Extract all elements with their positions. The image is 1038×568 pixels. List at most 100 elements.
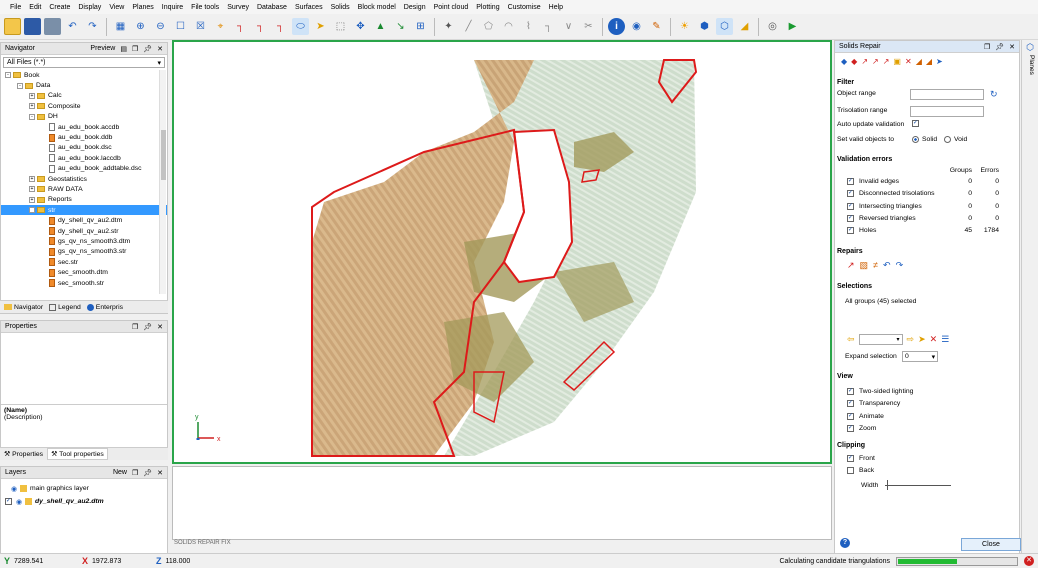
sun-lighting-icon[interactable]: ☀: [676, 18, 693, 35]
menu-create[interactable]: Create: [45, 4, 74, 11]
table-grid-icon[interactable]: ⊞: [412, 18, 429, 35]
refresh-icon[interactable]: ↻: [990, 89, 998, 100]
validation-error-row[interactable]: ✓ Reversed triangles: [847, 214, 916, 222]
menu-plotting[interactable]: Plotting: [472, 4, 503, 11]
void-radio[interactable]: Void: [944, 136, 967, 143]
tree-item[interactable]: - Data: [1, 80, 167, 90]
tree-item[interactable]: au_edu_book.laccdb: [1, 153, 167, 163]
collapse-icon[interactable]: -: [29, 207, 35, 214]
fill-tool-icon[interactable]: ◢: [926, 57, 932, 66]
solid-radio[interactable]: Solid: [912, 136, 937, 143]
redo-icon[interactable]: ↷: [84, 18, 101, 35]
menu-database[interactable]: Database: [253, 4, 291, 11]
tree-item[interactable]: + Geostatistics: [1, 174, 167, 184]
box-select-icon[interactable]: ⬚: [332, 18, 349, 35]
expand-selection-dropdown[interactable]: 0 ▾: [902, 351, 938, 362]
collapse-icon[interactable]: -: [29, 113, 35, 120]
menu-edit[interactable]: Edit: [25, 4, 45, 11]
delete-icon[interactable]: ✕: [905, 57, 912, 66]
width-slider-handle[interactable]: [887, 480, 888, 490]
tab-tool-properties[interactable]: ⚒ Tool properties: [47, 448, 108, 460]
float-icon[interactable]: ❐: [984, 43, 990, 51]
prev-arrow-icon[interactable]: ⇦: [847, 334, 855, 345]
front-clip-checkbox[interactable]: ✓: [847, 455, 854, 462]
cancel-progress-icon[interactable]: ✕: [1024, 556, 1034, 566]
expand-icon[interactable]: +: [29, 103, 35, 110]
repair-split-icon[interactable]: ≠: [873, 260, 878, 271]
close-icon[interactable]: ✕: [157, 323, 163, 331]
auto-update-checkbox[interactable]: ✓: [912, 120, 919, 127]
menu-customise[interactable]: Customise: [504, 4, 545, 11]
menu-survey[interactable]: Survey: [223, 4, 253, 11]
select-cursor-icon[interactable]: ➤: [312, 18, 329, 35]
hexagon-solid-icon[interactable]: ⬢: [696, 18, 713, 35]
pencil-icon[interactable]: ✎: [648, 18, 665, 35]
view-option-checkbox[interactable]: ✓: [847, 400, 854, 408]
undo-icon[interactable]: ↶: [883, 260, 891, 271]
stop-icon[interactable]: ◎: [764, 18, 781, 35]
error-checkbox[interactable]: ✓: [847, 190, 854, 198]
validation-error-row[interactable]: ✓ Disconnected trisolations: [847, 190, 935, 198]
error-checkbox[interactable]: ✓: [847, 214, 854, 222]
menu-solids[interactable]: Solids: [327, 4, 354, 11]
validate-icon[interactable]: ◆: [841, 57, 847, 66]
grid-view-icon[interactable]: ▦: [112, 18, 129, 35]
tree-item[interactable]: dy_shell_qv_au2.dtm: [1, 215, 167, 225]
solid-model-render[interactable]: y x: [174, 42, 830, 462]
menu-surfaces[interactable]: Surfaces: [291, 4, 327, 11]
triangle-tool-icon[interactable]: ▲: [372, 18, 389, 35]
tree-item[interactable]: au_edu_book.accdb: [1, 122, 167, 132]
tab-planes[interactable]: Planes: [1025, 55, 1035, 75]
zoom-out-icon[interactable]: ⊖: [152, 18, 169, 35]
eye-icon[interactable]: ◉: [628, 18, 645, 35]
tree-item[interactable]: gs_qv_ns_smooth3.str: [1, 247, 167, 257]
tab-properties[interactable]: ⚒ Properties: [4, 450, 43, 459]
menu-file[interactable]: File: [6, 4, 25, 11]
error-checkbox[interactable]: ✓: [847, 202, 854, 210]
contour-icon[interactable]: ⌇: [520, 18, 537, 35]
next-arrow-icon[interactable]: ⇨: [907, 334, 915, 345]
save-icon[interactable]: [24, 18, 41, 35]
collapse-icon[interactable]: -: [5, 72, 11, 79]
help-icon[interactable]: ?: [840, 538, 850, 548]
visible-eye-icon[interactable]: ◉: [16, 498, 22, 506]
plane-yz-icon[interactable]: ┐: [272, 18, 289, 35]
trisolation-range-input[interactable]: [910, 106, 984, 117]
expand-icon[interactable]: +: [29, 176, 35, 183]
planes-icon[interactable]: ⬡: [1022, 42, 1038, 53]
tree-item[interactable]: + Reports: [1, 195, 167, 205]
polyline-icon[interactable]: ╱: [460, 18, 477, 35]
report-icon[interactable]: ▣: [893, 57, 901, 66]
file-filter-dropdown[interactable]: All Files (*.*) ▾: [3, 57, 165, 68]
view-option-checkbox[interactable]: ✓: [847, 388, 854, 395]
step-icon[interactable]: ┐: [540, 18, 557, 35]
preview-label[interactable]: Preview: [90, 45, 115, 53]
tree-item[interactable]: + RAW DATA: [1, 184, 167, 194]
tree-item[interactable]: au_edu_book.ddb: [1, 132, 167, 142]
new-layer-button[interactable]: New: [113, 469, 127, 477]
menu-view[interactable]: View: [105, 4, 128, 11]
pin-icon[interactable]: 📌︎: [143, 323, 152, 331]
expand-icon[interactable]: +: [29, 196, 35, 203]
width-slider[interactable]: [885, 479, 951, 491]
front-clip-row[interactable]: ✓ Front: [847, 455, 875, 462]
open-folder-icon[interactable]: [4, 18, 21, 35]
redo-icon[interactable]: ↷: [896, 260, 904, 271]
back-clip-checkbox[interactable]: [847, 467, 854, 474]
line-tool-icon[interactable]: ↘: [392, 18, 409, 35]
tree-item[interactable]: sec.str: [1, 257, 167, 267]
group-select-dropdown[interactable]: ▾: [858, 334, 903, 345]
move-icon[interactable]: ✥: [352, 18, 369, 35]
menu-planes[interactable]: Planes: [128, 4, 157, 11]
pin-icon[interactable]: 📌︎: [995, 43, 1004, 51]
rotate-icon[interactable]: ⬭: [292, 18, 309, 35]
zoom-fit-icon[interactable]: ☐: [172, 18, 189, 35]
pick-cursor-icon[interactable]: ➤: [918, 334, 926, 345]
run-icon[interactable]: ▶: [784, 18, 801, 35]
repair-fix-icon[interactable]: ↗: [847, 260, 855, 271]
menu-point-cloud[interactable]: Point cloud: [430, 4, 473, 11]
tree-item[interactable]: au_edu_book.dsc: [1, 143, 167, 153]
tree-item[interactable]: + Composite: [1, 101, 167, 111]
menu-block-model[interactable]: Block model: [354, 4, 400, 11]
graphics-viewport[interactable]: y x: [172, 40, 832, 464]
